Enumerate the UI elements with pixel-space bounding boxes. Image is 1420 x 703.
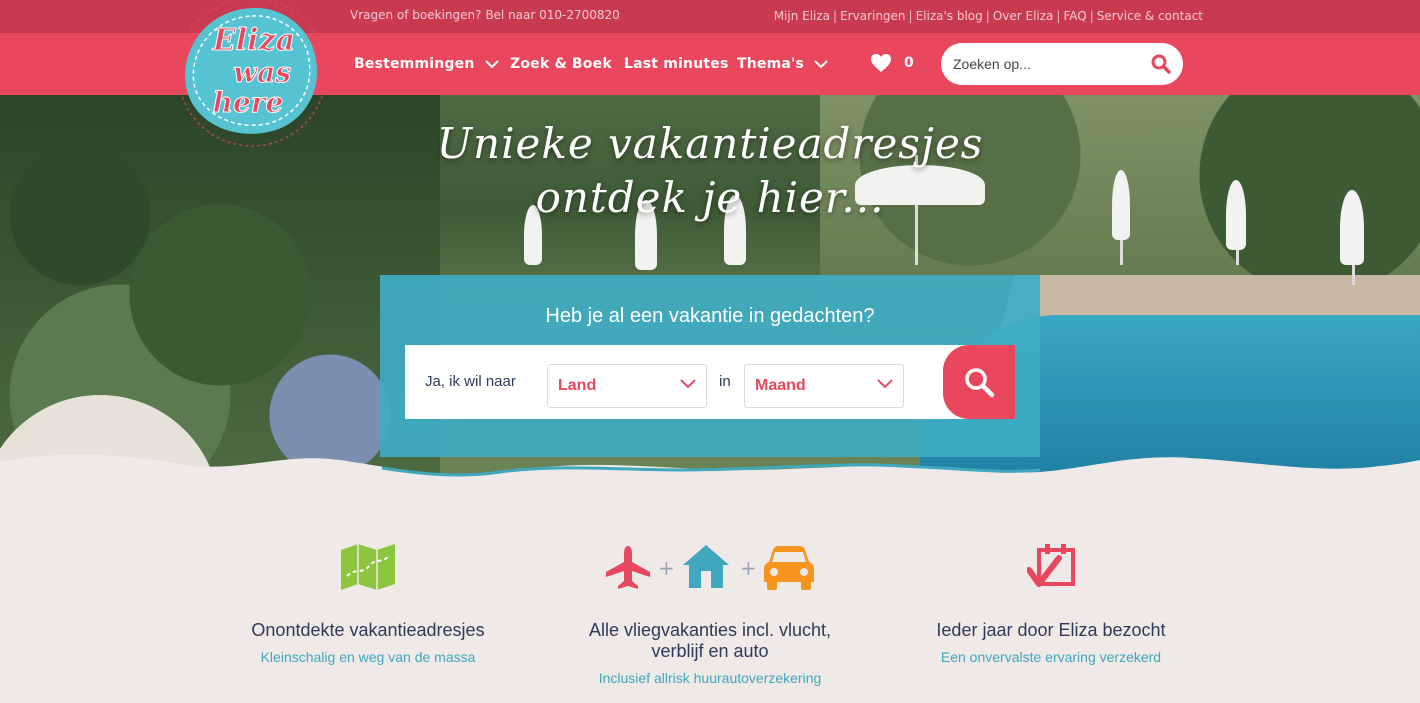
- link-ervaringen[interactable]: Ervaringen: [840, 9, 905, 23]
- logo-text-2: was: [233, 56, 291, 89]
- usp-title: Ieder jaar door Eliza bezocht: [936, 620, 1166, 640]
- usp-vliegvakanties: Alle vliegvakanties incl. vlucht, verbli…: [540, 620, 880, 686]
- usp-subtitle: Een onvervalste ervaring verzekerd: [940, 649, 1162, 665]
- usp-subtitle: Kleinschalig en weg van de massa: [260, 649, 476, 665]
- logo-text-3: here: [213, 86, 284, 119]
- logo-badge: Eliza was here: [177, 0, 327, 147]
- nav-last-minutes[interactable]: Last minutes: [624, 56, 729, 72]
- usp-onontdekt: Onontdekte vakantieadresjes Kleinschalig…: [218, 620, 518, 665]
- link-mijn-eliza[interactable]: Mijn Eliza: [774, 9, 830, 23]
- link-service-contact[interactable]: Service & contact: [1097, 9, 1203, 23]
- wave-divider: [0, 454, 1420, 490]
- search-input[interactable]: [953, 53, 1143, 75]
- chevron-down-icon: [814, 59, 828, 68]
- search-box: [941, 43, 1183, 85]
- top-links: Mijn Eliza | Ervaringen | Eliza's blog | Ov…: [773, 9, 1203, 23]
- airplane-icon: [606, 546, 650, 589]
- hero-title-line-2: ontdek je hier...: [535, 173, 885, 222]
- month-select[interactable]: Maand: [744, 364, 904, 408]
- country-select[interactable]: Land: [547, 364, 707, 408]
- phone-info: Vragen of boekingen? Bel naar 010-270082…: [350, 8, 620, 22]
- usp-title: Onontdekte vakantieadresjes: [251, 620, 485, 640]
- nav-label: Zoek & Boek: [510, 56, 612, 72]
- car-icon: [764, 546, 814, 590]
- country-select-value: Land: [558, 377, 597, 394]
- chevron-down-icon: [877, 379, 893, 389]
- usp-title-line-2: verblijf en auto: [651, 641, 769, 661]
- plus-sign: +: [658, 556, 675, 580]
- favorites-button[interactable]: 0: [870, 53, 914, 73]
- link-over-eliza[interactable]: Over Eliza: [993, 9, 1054, 23]
- link-faq[interactable]: FAQ: [1063, 9, 1086, 23]
- nav-themas[interactable]: Thema's: [737, 56, 828, 72]
- booking-panel: Heb je al een vakantie in gedachten? Ja,…: [380, 275, 1040, 457]
- plus-sign: +: [740, 556, 757, 580]
- nav-label: Last minutes: [624, 56, 729, 72]
- booking-form: Ja, ik wil naar Land in Maand: [405, 345, 1015, 419]
- favorites-count: 0: [904, 55, 914, 71]
- search-icon[interactable]: [1151, 54, 1171, 74]
- booking-search-button[interactable]: [943, 345, 1015, 419]
- usp-title-line-1: Alle vliegvakanties incl. vlucht,: [588, 620, 832, 640]
- logo-text-1: Eliza: [212, 23, 295, 58]
- booking-question: Heb je al een vakantie in gedachten?: [545, 305, 875, 327]
- nav-label: Thema's: [737, 56, 805, 72]
- heart-icon: [871, 54, 891, 72]
- chevron-down-icon: [484, 59, 499, 68]
- usp-eliza-bezocht: Ieder jaar door Eliza bezocht Een onverv…: [900, 620, 1202, 665]
- nav-zoek-boek[interactable]: Zoek & Boek: [510, 56, 612, 72]
- booking-in-label: in: [719, 373, 731, 390]
- hero-image: Unieke vakantieadresjes ontdek je hier..…: [0, 95, 1420, 475]
- eliza-was-here-logo[interactable]: Eliza was here: [172, 0, 332, 150]
- usp-subtitle: Inclusief allrisk huurautoverzekering: [598, 670, 822, 686]
- house-icon: [683, 545, 729, 588]
- calendar-check-icon: [1027, 544, 1075, 587]
- search-icon: [965, 368, 995, 398]
- month-select-value: Maand: [755, 377, 806, 394]
- booking-prefix: Ja, ik wil naar: [425, 373, 516, 390]
- link-blog[interactable]: Eliza's blog: [916, 9, 983, 23]
- nav-label: Bestemmingen: [354, 56, 475, 72]
- nav-bestemmingen[interactable]: Bestemmingen: [354, 56, 499, 72]
- chevron-down-icon: [680, 379, 696, 389]
- map-icon: [341, 544, 395, 590]
